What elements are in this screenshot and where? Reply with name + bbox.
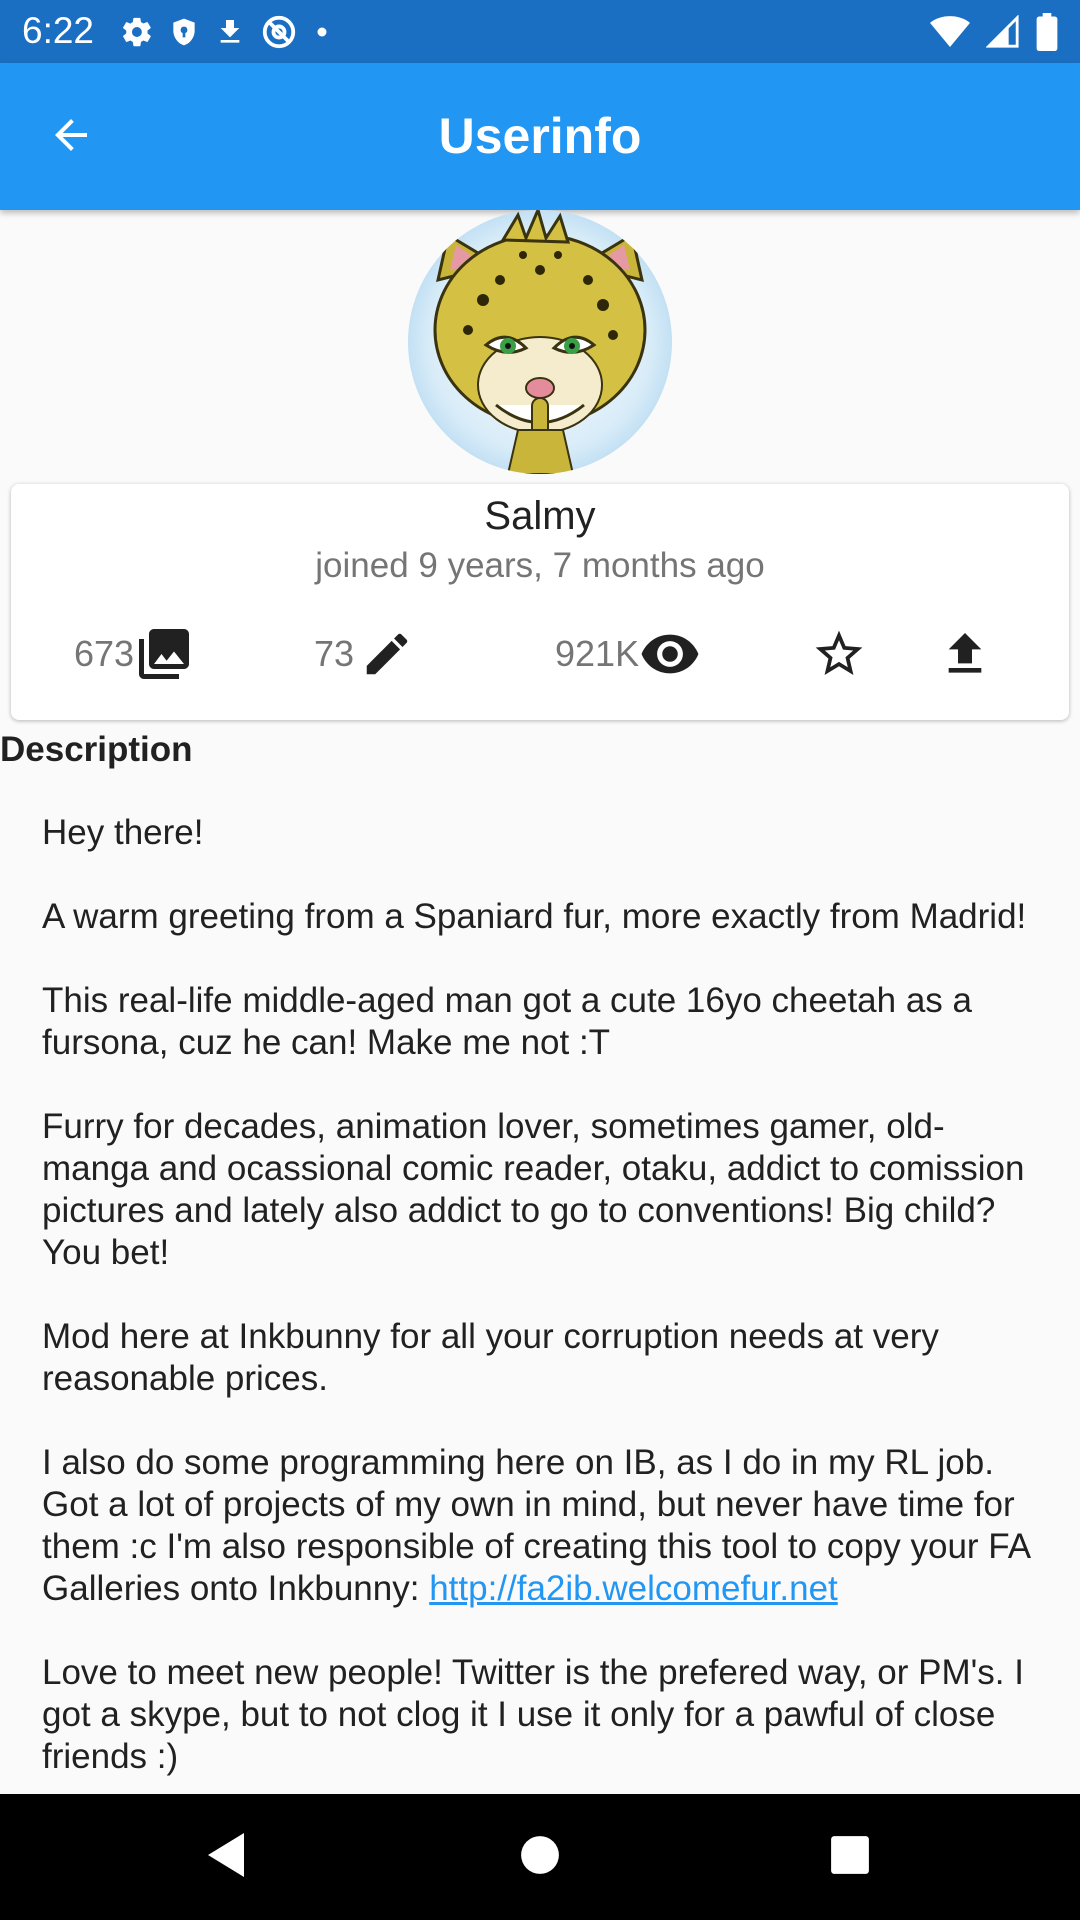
star-icon (811, 626, 867, 682)
upload-icon (937, 626, 993, 682)
description-paragraph: A warm greeting from a Spaniard fur, mor… (42, 897, 1027, 936)
journals-stat[interactable]: 73 (314, 619, 414, 689)
home-circle-icon (519, 1834, 561, 1881)
cellular-signal-icon (986, 15, 1020, 49)
at-sign-icon (260, 13, 298, 51)
status-bar: 6:22 (0, 0, 1080, 63)
pencil-icon (360, 627, 414, 681)
submissions-count: 673 (74, 633, 135, 674)
avatar (408, 210, 672, 474)
profile-card: Salmy joined 9 years, 7 months ago 673 7… (11, 484, 1069, 720)
views-count: 921K (555, 633, 640, 674)
nav-recents-button[interactable] (818, 1825, 882, 1889)
description-heading: Description (0, 730, 193, 769)
back-triangle-icon (204, 1831, 248, 1884)
description-paragraph: Furry for decades, animation lover, some… (42, 1107, 1025, 1272)
username: Salmy (484, 494, 596, 538)
fa2ib-link[interactable]: http://fa2ib.welcomefur.net (429, 1569, 838, 1608)
recents-square-icon (829, 1834, 871, 1881)
nav-back-button[interactable] (194, 1825, 258, 1889)
status-time: 6:22 (22, 10, 95, 51)
description-body: Hey there! A warm greeting from a Spania… (42, 812, 1042, 1794)
wifi-icon (930, 15, 970, 49)
battery-icon (1036, 13, 1058, 51)
description-paragraph-with-link: I also do some programming here on IB, a… (42, 1442, 1042, 1610)
journals-count: 73 (314, 633, 355, 674)
views-stat[interactable]: 921K (555, 619, 701, 689)
joined-date: joined 9 years, 7 months ago (315, 546, 765, 585)
app-bar: Userinfo (0, 63, 1080, 210)
description-paragraph: Mod here at Inkbunny for all your corrup… (42, 1317, 939, 1398)
system-nav-bar (0, 1794, 1080, 1920)
submissions-stat[interactable]: 673 (74, 619, 194, 689)
eye-icon (639, 623, 701, 685)
page-title: Userinfo (438, 108, 642, 164)
description-paragraph: This real-life middle-aged man got a cut… (42, 981, 972, 1062)
description-paragraph: Hey there! (42, 813, 204, 852)
gear-icon (120, 15, 154, 49)
upload-button[interactable] (937, 619, 993, 689)
favorite-button[interactable] (811, 619, 867, 689)
gallery-icon (134, 624, 194, 684)
download-icon (214, 15, 246, 49)
shield-icon (168, 15, 200, 49)
description-paragraph: Love to meet new people! Twitter is the … (42, 1653, 1024, 1776)
dot-icon (312, 22, 332, 42)
nav-home-button[interactable] (508, 1825, 572, 1889)
